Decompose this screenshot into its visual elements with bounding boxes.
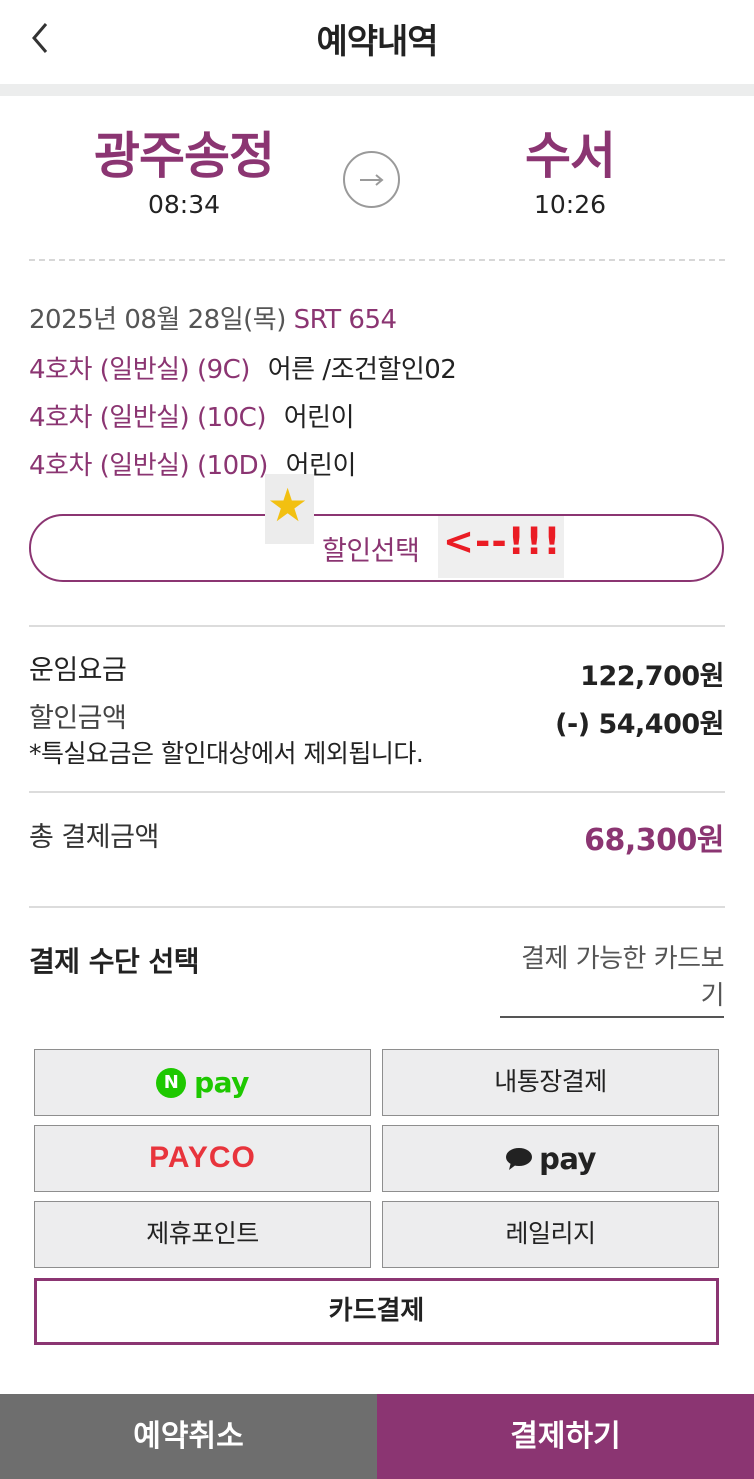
seat-row: 4호차 (일반실) (9C) 어른 /조건할인02 <box>29 349 457 386</box>
header: 예약내역 <box>0 0 754 84</box>
travel-date: 2025년 08월 28일(목) <box>29 305 286 335</box>
kakaopay-text: pay <box>539 1142 596 1176</box>
star-icon: ★ <box>267 478 309 532</box>
arrival-station-name: 수서 <box>525 127 616 185</box>
npay-button[interactable]: N pay <box>34 1049 371 1116</box>
npay-mark: N <box>156 1068 187 1098</box>
departure-time: 08:34 <box>147 190 221 219</box>
payco-button[interactable]: PAYCO <box>34 1125 371 1192</box>
base-fare-value: 122,700원 <box>580 661 724 692</box>
speech-bubble-icon <box>506 1148 533 1170</box>
seat-label: 4호차 (일반실) (9C) <box>29 355 250 385</box>
payment-method-title: 결제 수단 선택 <box>29 945 200 978</box>
cancel-reservation-button[interactable]: 예약취소 <box>0 1394 377 1479</box>
arrow-right-icon <box>343 151 400 208</box>
pay-now-button[interactable]: 결제하기 <box>377 1394 754 1479</box>
railage-button[interactable]: 레일리지 <box>382 1201 719 1268</box>
divider <box>29 791 725 793</box>
divider <box>29 625 725 627</box>
departure-station-name: 광주송정 <box>94 127 275 185</box>
passenger-type: 어린이 <box>283 403 355 433</box>
seat-label: 4호차 (일반실) (10D) <box>29 451 268 481</box>
card-payment-button[interactable]: 카드결제 <box>34 1278 719 1345</box>
divider <box>29 906 725 908</box>
arrival-time: 10:26 <box>533 190 607 219</box>
partner-points-button[interactable]: 제휴포인트 <box>34 1201 371 1268</box>
bank-transfer-button[interactable]: 내통장결제 <box>382 1049 719 1116</box>
discount-select-label[interactable]: 할인선택 <box>322 529 420 568</box>
total-label: 총 결제금액 <box>29 822 159 853</box>
seat-row: 4호차 (일반실) (10C) 어린이 <box>29 397 355 434</box>
payco-logo: PAYCO <box>149 1141 256 1174</box>
header-divider <box>0 84 754 96</box>
arrival-station: 수서 10:26 <box>420 126 720 219</box>
passenger-type: 어른 /조건할인02 <box>267 355 457 385</box>
discount-amount-value: (-) 54,400원 <box>555 709 724 740</box>
kakaopay-logo: pay <box>505 1127 596 1191</box>
train-info: 2025년 08월 28일(목) SRT 654 <box>29 299 397 336</box>
annotation-arrow-text: <--!!! <box>443 520 562 563</box>
total-value: 68,300원 <box>584 823 724 858</box>
discount-amount-label: 할인금액 <box>29 703 127 734</box>
npay-text: pay <box>194 1066 249 1099</box>
npay-logo: N pay <box>156 1051 249 1115</box>
dashed-divider <box>29 259 725 261</box>
kakaopay-button[interactable]: pay <box>382 1125 719 1192</box>
base-fare-label: 운임요금 <box>29 655 127 686</box>
fare-note: *특실요금은 할인대상에서 제외됩니다. <box>29 739 424 768</box>
departure-station: 광주송정 08:34 <box>34 126 334 219</box>
available-cards-link[interactable]: 결제 가능한 카드보기 <box>500 938 725 1018</box>
train-number: SRT 654 <box>293 305 397 335</box>
seat-label: 4호차 (일반실) (10C) <box>29 403 266 433</box>
page-title: 예약내역 <box>316 22 438 62</box>
star-annotation: ★ <box>265 474 314 544</box>
